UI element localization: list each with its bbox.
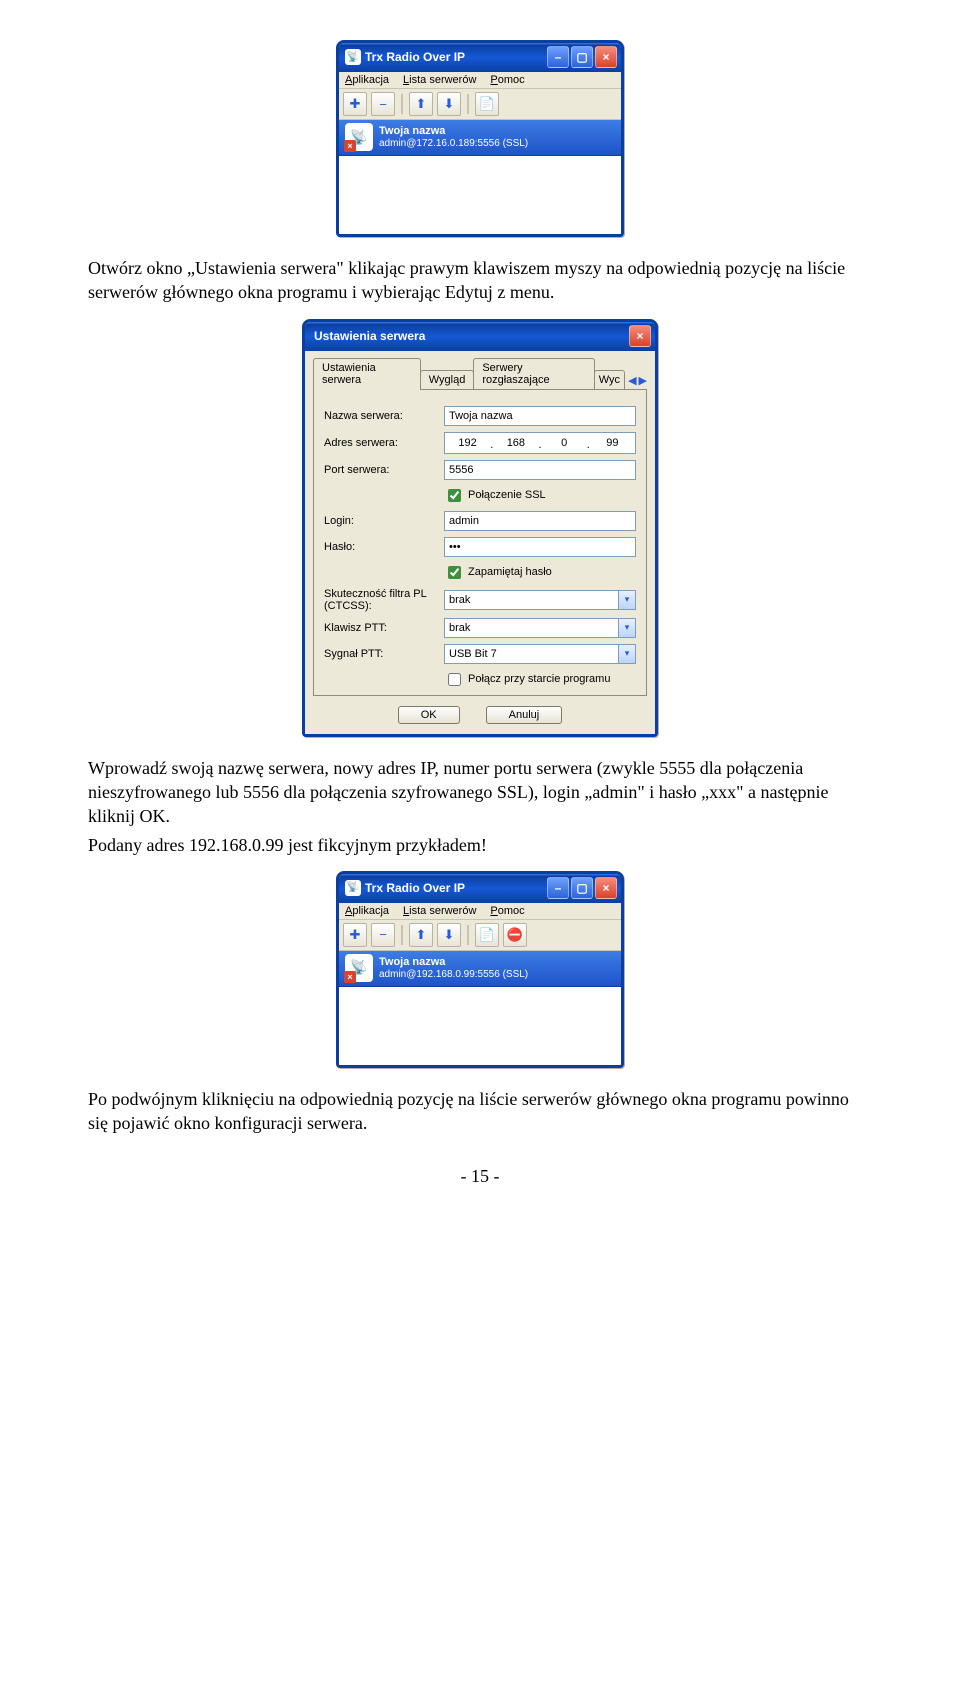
login-input[interactable] bbox=[444, 511, 636, 531]
main-window-2: 📡 Trx Radio Over IP – ▢ × Aplikacja List… bbox=[336, 871, 624, 1068]
doc-icon[interactable]: 📄 bbox=[475, 92, 499, 116]
toolbar: ✚ − ⬆ ⬇ 📄 ⛔ bbox=[339, 920, 621, 951]
close-button[interactable]: × bbox=[595, 877, 617, 899]
main-window-1: 📡 Trx Radio Over IP – ▢ × Aplikacja List… bbox=[336, 40, 624, 237]
menu-lista[interactable]: Lista serwerów bbox=[403, 74, 476, 86]
up-icon[interactable]: ⬆ bbox=[409, 92, 433, 116]
server-name-input[interactable] bbox=[444, 406, 636, 426]
ptt-select[interactable] bbox=[444, 618, 636, 638]
maximize-button[interactable]: ▢ bbox=[571, 877, 593, 899]
close-button[interactable]: × bbox=[595, 46, 617, 68]
menu-aplikacja[interactable]: Aplikacja bbox=[345, 74, 389, 86]
menu-pomoc[interactable]: Pomoc bbox=[490, 74, 524, 86]
paragraph-2b: Podany adres 192.168.0.99 jest fikcyjnym… bbox=[88, 833, 872, 857]
tab-serwery[interactable]: Serwery rozgłaszające bbox=[473, 358, 594, 389]
error-badge-icon: × bbox=[344, 971, 356, 983]
label-login: Login: bbox=[324, 515, 436, 527]
add-icon[interactable]: ✚ bbox=[343, 923, 367, 947]
app-icon: 📡 bbox=[345, 49, 361, 65]
ssl-label: Połączenie SSL bbox=[468, 489, 546, 501]
down-icon[interactable]: ⬇ bbox=[437, 92, 461, 116]
server-list-item[interactable]: 📡× Twoja nazwa admin@192.168.0.99:5556 (… bbox=[339, 951, 621, 987]
filter-select[interactable] bbox=[444, 590, 636, 610]
ip-octet-3[interactable] bbox=[590, 433, 635, 453]
tab-strip: Ustawienia serwera Wygląd Serwery rozgła… bbox=[313, 357, 647, 390]
tabs-scroll-right-icon[interactable]: ▶ bbox=[639, 374, 647, 387]
maximize-button[interactable]: ▢ bbox=[571, 46, 593, 68]
tab-wyglad[interactable]: Wygląd bbox=[420, 370, 475, 389]
dialog-close-button[interactable]: × bbox=[629, 325, 651, 347]
antenna-icon: 📡× bbox=[345, 123, 373, 151]
menubar[interactable]: Aplikacja Lista serwerów Pomoc bbox=[339, 903, 621, 920]
tab-panel: Nazwa serwera: Adres serwera: . . . Port… bbox=[313, 389, 647, 696]
port-input[interactable] bbox=[444, 460, 636, 480]
server-address: admin@192.168.0.99:5556 (SSL) bbox=[379, 969, 528, 980]
dialog-title: Ustawienia serwera bbox=[311, 329, 625, 343]
add-icon[interactable]: ✚ bbox=[343, 92, 367, 116]
chevron-down-icon[interactable]: ▾ bbox=[618, 645, 635, 663]
paragraph-3: Po podwójnym kliknięciu na odpowiednią p… bbox=[88, 1087, 872, 1136]
tabs-scroll-left-icon[interactable]: ◀ bbox=[628, 374, 636, 387]
connect-start-checkbox[interactable] bbox=[448, 673, 461, 686]
connect-start-label: Połącz przy starcie programu bbox=[468, 673, 610, 685]
menu-pomoc[interactable]: Pomoc bbox=[490, 905, 524, 917]
remove-icon[interactable]: − bbox=[371, 923, 395, 947]
toolbar: ✚ − ⬆ ⬇ 📄 bbox=[339, 89, 621, 120]
ip-octet-0[interactable] bbox=[445, 433, 490, 453]
cancel-button[interactable]: Anuluj bbox=[486, 706, 563, 724]
ip-octet-1[interactable] bbox=[493, 433, 538, 453]
minimize-button[interactable]: – bbox=[547, 877, 569, 899]
password-input[interactable] bbox=[444, 537, 636, 557]
app-icon: 📡 bbox=[345, 880, 361, 896]
ok-button[interactable]: OK bbox=[398, 706, 460, 724]
label-sig: Sygnał PTT: bbox=[324, 648, 436, 660]
remember-label: Zapamiętaj hasło bbox=[468, 566, 552, 578]
settings-dialog: Ustawienia serwera × Ustawienia serwera … bbox=[302, 319, 658, 737]
up-icon[interactable]: ⬆ bbox=[409, 923, 433, 947]
label-port: Port serwera: bbox=[324, 464, 436, 476]
remove-icon[interactable]: − bbox=[371, 92, 395, 116]
titlebar[interactable]: 📡 Trx Radio Over IP – ▢ × bbox=[339, 874, 621, 903]
stop-icon[interactable]: ⛔ bbox=[503, 923, 527, 947]
label-pass: Hasło: bbox=[324, 541, 436, 553]
menu-aplikacja[interactable]: Aplikacja bbox=[345, 905, 389, 917]
doc-icon[interactable]: 📄 bbox=[475, 923, 499, 947]
label-filter: Skuteczność filtra PL (CTCSS): bbox=[324, 588, 436, 612]
remember-checkbox[interactable] bbox=[448, 566, 461, 579]
window-title: Trx Radio Over IP bbox=[365, 881, 543, 895]
client-area bbox=[339, 156, 621, 234]
server-name: Twoja nazwa bbox=[379, 956, 445, 968]
server-name: Twoja nazwa bbox=[379, 125, 445, 137]
page-number: - 15 - bbox=[88, 1166, 872, 1187]
ip-octet-2[interactable] bbox=[542, 433, 587, 453]
chevron-down-icon[interactable]: ▾ bbox=[618, 591, 635, 609]
down-icon[interactable]: ⬇ bbox=[437, 923, 461, 947]
label-addr: Adres serwera: bbox=[324, 437, 436, 449]
error-badge-icon: × bbox=[344, 140, 356, 152]
minimize-button[interactable]: – bbox=[547, 46, 569, 68]
paragraph-2: Wprowadź swoją nazwę serwera, nowy adres… bbox=[88, 756, 872, 829]
tab-clipped[interactable]: Wyc bbox=[594, 370, 625, 389]
label-ptt: Klawisz PTT: bbox=[324, 622, 436, 634]
ssl-checkbox[interactable] bbox=[448, 489, 461, 502]
window-title: Trx Radio Over IP bbox=[365, 50, 543, 64]
tab-ustawienia[interactable]: Ustawienia serwera bbox=[313, 358, 421, 390]
antenna-icon: 📡× bbox=[345, 954, 373, 982]
label-name: Nazwa serwera: bbox=[324, 410, 436, 422]
chevron-down-icon[interactable]: ▾ bbox=[618, 619, 635, 637]
paragraph-1: Otwórz okno „Ustawienia serwera" klikają… bbox=[88, 256, 872, 305]
menubar[interactable]: Aplikacja Lista serwerów Pomoc bbox=[339, 72, 621, 89]
menu-lista[interactable]: Lista serwerów bbox=[403, 905, 476, 917]
dialog-titlebar[interactable]: Ustawienia serwera × bbox=[305, 322, 655, 351]
titlebar[interactable]: 📡 Trx Radio Over IP – ▢ × bbox=[339, 43, 621, 72]
server-list-item[interactable]: 📡× Twoja nazwa admin@172.16.0.189:5556 (… bbox=[339, 120, 621, 156]
ip-input[interactable]: . . . bbox=[444, 432, 636, 454]
client-area bbox=[339, 987, 621, 1065]
server-address: admin@172.16.0.189:5556 (SSL) bbox=[379, 138, 528, 149]
signal-select[interactable] bbox=[444, 644, 636, 664]
